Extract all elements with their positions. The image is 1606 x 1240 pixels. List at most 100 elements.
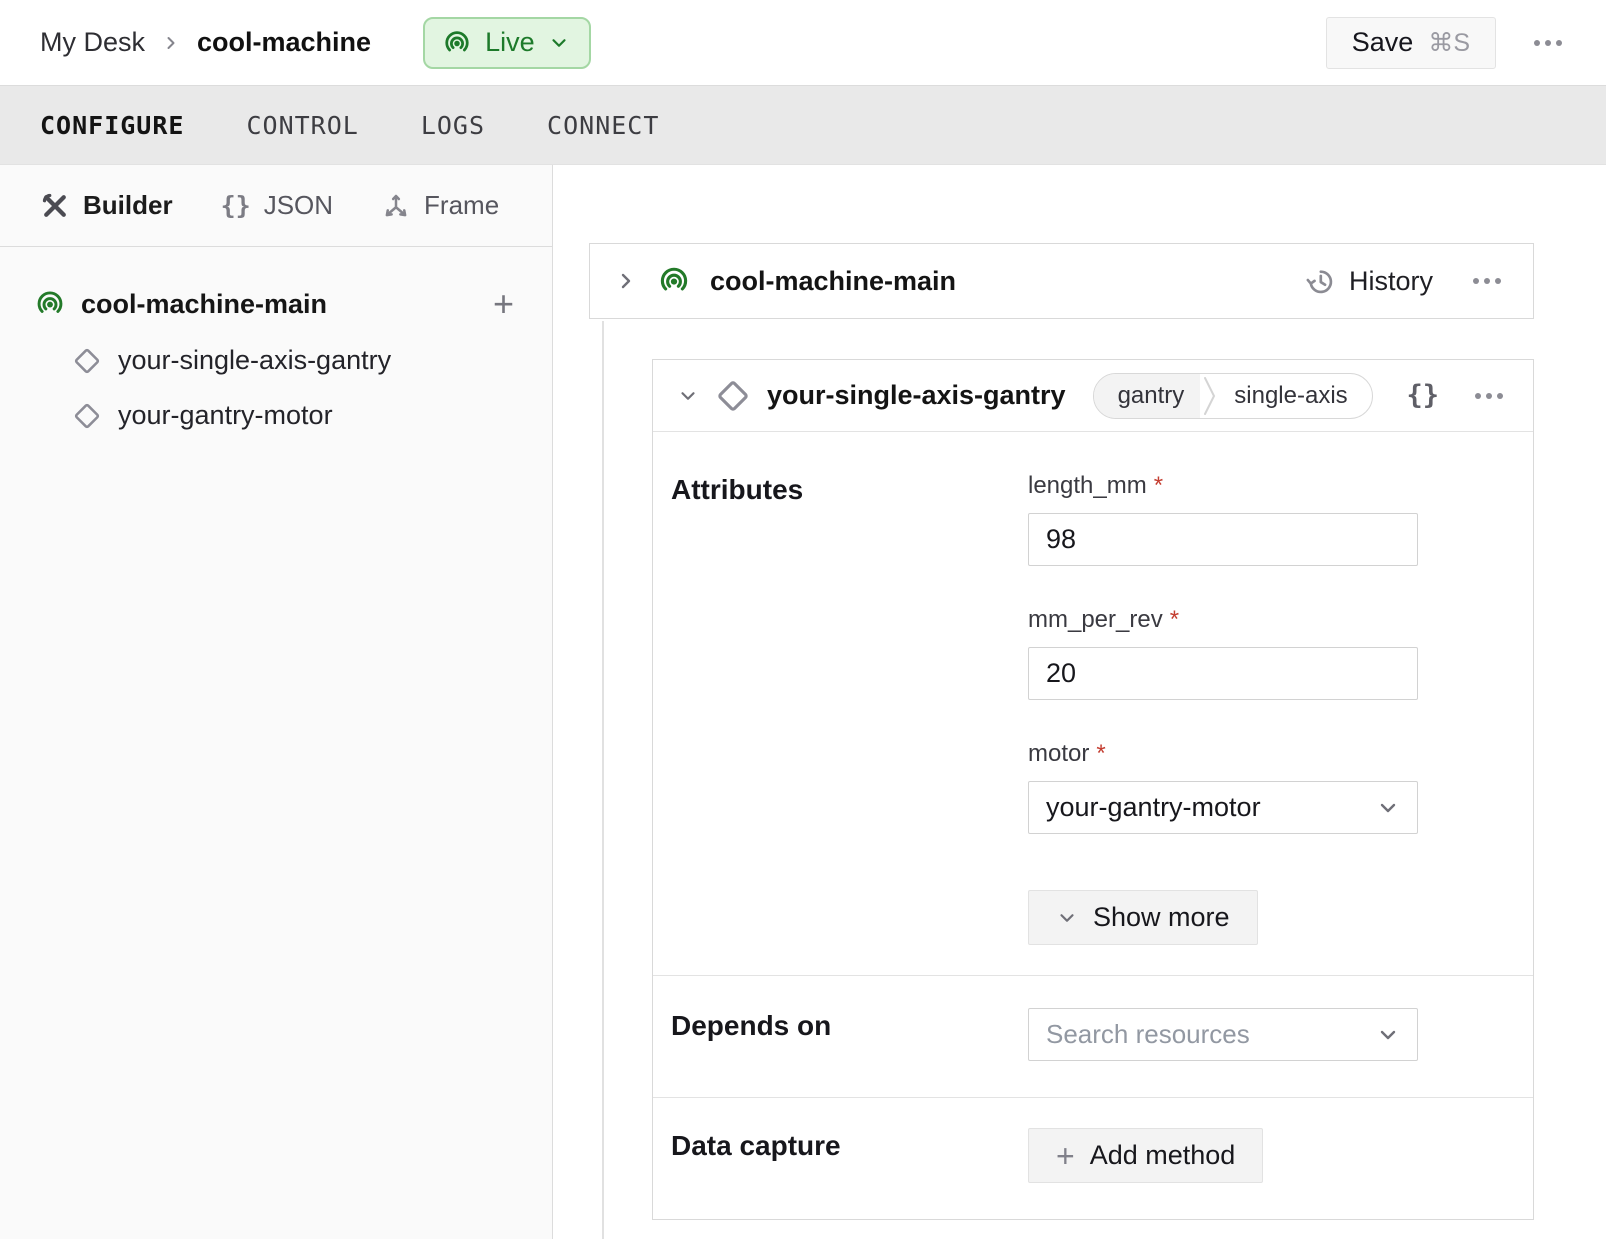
configure-content: Builder {} JSON Frame: [0, 165, 1606, 1239]
motor-select-value: your-gantry-motor: [1046, 792, 1261, 823]
part-header-card: cool-machine-main History: [589, 243, 1534, 319]
badge-separator-icon: [1202, 373, 1218, 419]
tree-item-main-part[interactable]: cool-machine-main +: [0, 275, 552, 333]
chevron-down-icon: [548, 32, 570, 54]
machine-part-icon: [34, 288, 66, 320]
resource-actions: {}: [1406, 380, 1511, 411]
expand-part-chevron-icon[interactable]: [614, 269, 638, 293]
tree-component-name: your-gantry-motor: [118, 400, 333, 431]
depends-on-select[interactable]: Search resources: [1028, 1008, 1418, 1061]
tab-logs[interactable]: LOGS: [421, 111, 485, 140]
depends-on-body: Search resources: [1028, 1008, 1418, 1061]
live-status-badge[interactable]: Live: [423, 17, 591, 69]
show-more-label: Show more: [1093, 902, 1230, 933]
tab-control[interactable]: CONTROL: [246, 111, 358, 140]
field-label: motor *: [1028, 740, 1418, 768]
view-switcher: Builder {} JSON Frame: [0, 165, 552, 247]
resource-model-label: single-axis: [1220, 374, 1371, 418]
depends-on-section: Depends on Search resources: [653, 975, 1533, 1097]
view-tab-frame[interactable]: Frame: [381, 190, 499, 221]
length-mm-input[interactable]: [1028, 513, 1418, 566]
tab-configure[interactable]: CONFIGURE: [40, 111, 184, 140]
field-label: length_mm *: [1028, 472, 1418, 500]
tree-component-name: your-single-axis-gantry: [118, 345, 391, 376]
part-overflow-menu-icon[interactable]: [1465, 270, 1509, 292]
field-label-text: length_mm: [1028, 472, 1147, 500]
required-marker: *: [1154, 472, 1163, 500]
frame-axis-icon: [381, 191, 411, 221]
top-bar-actions: Save ⌘S: [1326, 17, 1570, 69]
edit-json-icon[interactable]: {}: [1406, 380, 1439, 411]
machine-part-icon: [657, 264, 691, 298]
required-marker: *: [1096, 740, 1105, 768]
attributes-section: Attributes length_mm * mm_per_rev: [653, 432, 1533, 975]
field-mm-per-rev: mm_per_rev *: [1028, 606, 1418, 700]
data-capture-body: + Add method: [1028, 1128, 1418, 1183]
tree-indent-line: [602, 321, 604, 1239]
live-label: Live: [485, 27, 535, 58]
view-tab-label: JSON: [264, 190, 333, 221]
view-tab-builder[interactable]: Builder: [40, 190, 173, 221]
view-tab-label: Builder: [83, 190, 173, 221]
attributes-title: Attributes: [671, 472, 1028, 945]
field-label-text: motor: [1028, 740, 1089, 768]
collapse-resource-chevron-icon[interactable]: [677, 385, 699, 407]
motor-select[interactable]: your-gantry-motor: [1028, 781, 1418, 834]
breadcrumb-location-link[interactable]: My Desk: [40, 27, 145, 58]
resource-card-header: your-single-axis-gantry gantry single-ax…: [653, 360, 1533, 432]
field-length-mm: length_mm *: [1028, 472, 1418, 566]
required-marker: *: [1170, 606, 1179, 634]
tab-connect[interactable]: CONNECT: [547, 111, 659, 140]
data-capture-title: Data capture: [671, 1128, 1028, 1183]
save-shortcut: ⌘S: [1428, 28, 1470, 58]
field-label-text: mm_per_rev: [1028, 606, 1163, 634]
component-diamond-icon: [73, 402, 101, 430]
chevron-down-icon: [1376, 796, 1400, 820]
save-label: Save: [1352, 27, 1414, 58]
resource-card-gantry: your-single-axis-gantry gantry single-ax…: [652, 359, 1534, 1220]
add-resource-button[interactable]: +: [493, 286, 514, 322]
top-bar: My Desk cool-machine Live Save ⌘S: [0, 0, 1606, 85]
show-more-button[interactable]: Show more: [1028, 890, 1258, 945]
chevron-down-icon: [1376, 1023, 1400, 1047]
breadcrumb-separator-icon: [161, 33, 181, 53]
field-motor: motor * your-gantry-motor: [1028, 740, 1418, 834]
history-clock-icon: [1304, 265, 1336, 297]
machine-overflow-menu-icon[interactable]: [1526, 32, 1570, 54]
data-capture-section: Data capture + Add method: [653, 1097, 1533, 1219]
breadcrumb: My Desk cool-machine: [40, 27, 371, 58]
attributes-fields: length_mm * mm_per_rev *: [1028, 472, 1418, 945]
view-tab-label: Frame: [424, 190, 499, 221]
component-diamond-icon: [73, 347, 101, 375]
resource-overflow-menu-icon[interactable]: [1467, 385, 1511, 407]
plus-icon: +: [1056, 1140, 1075, 1172]
mm-per-rev-input[interactable]: [1028, 647, 1418, 700]
live-broadcast-icon: [442, 28, 472, 58]
view-tab-json[interactable]: {} JSON: [221, 190, 333, 221]
tree-item-gantry[interactable]: your-single-axis-gantry: [0, 333, 552, 388]
history-button[interactable]: History: [1304, 265, 1433, 297]
config-sidebar: Builder {} JSON Frame: [0, 165, 553, 1239]
breadcrumb-machine-name: cool-machine: [197, 27, 371, 58]
builder-tools-icon: [40, 191, 70, 221]
chevron-down-icon: [1056, 907, 1078, 929]
resource-type-badge: gantry single-axis: [1093, 373, 1373, 419]
component-diamond-icon: [716, 379, 750, 413]
tree-item-motor[interactable]: your-gantry-motor: [0, 388, 552, 443]
resource-name: your-single-axis-gantry: [767, 380, 1066, 411]
part-name: cool-machine-main: [710, 266, 956, 297]
history-label: History: [1349, 266, 1433, 297]
resource-tree: cool-machine-main + your-single-axis-gan…: [0, 247, 552, 443]
part-actions: History: [1304, 265, 1509, 297]
app: My Desk cool-machine Live Save ⌘S CONFIG…: [0, 0, 1606, 1239]
resource-type-label: gantry: [1094, 374, 1201, 418]
add-method-button[interactable]: + Add method: [1028, 1128, 1263, 1183]
depends-on-title: Depends on: [671, 1008, 1028, 1061]
add-method-label: Add method: [1090, 1140, 1236, 1171]
save-button[interactable]: Save ⌘S: [1326, 17, 1496, 69]
field-label: mm_per_rev *: [1028, 606, 1418, 634]
json-braces-icon: {}: [221, 191, 251, 220]
tree-part-name: cool-machine-main: [81, 289, 327, 320]
depends-on-placeholder: Search resources: [1046, 1019, 1250, 1050]
config-main-panel: cool-machine-main History: [553, 165, 1606, 1239]
